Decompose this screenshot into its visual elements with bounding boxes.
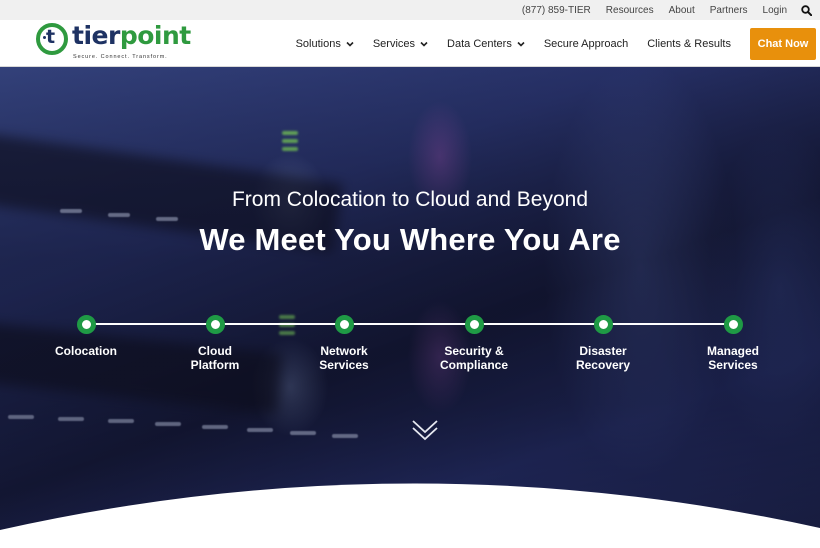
timeline-label-line1: Security & [444, 344, 504, 358]
hero-bottom-curve [0, 483, 820, 548]
logo-mark-icon: t [36, 23, 68, 55]
chevron-down-icon [517, 41, 525, 47]
tierpoint-logo[interactable]: t tierpoint Secure. Connect. Transform. [36, 21, 191, 63]
nav-label: Data Centers [447, 37, 512, 50]
primary-nav: Solutions Services Data Centers Secure A… [277, 27, 816, 60]
timeline-step-disaster-recovery[interactable]: Disaster Recovery [533, 315, 673, 372]
timeline-label-line1: Network [320, 344, 368, 358]
timeline-label: Colocation [16, 344, 156, 358]
timeline-label-line2: Compliance [439, 358, 508, 372]
timeline-label-line2: Platform [190, 358, 240, 372]
chevron-down-icon [346, 41, 354, 47]
nav-label: Solutions [295, 37, 341, 50]
timeline-label-line1: Disaster [579, 344, 627, 358]
timeline-label-line2: Recovery [575, 358, 631, 372]
timeline-label: Network Services [274, 344, 414, 372]
timeline-label-line2: Services [319, 358, 369, 372]
timeline-node [593, 315, 613, 334]
timeline-label: Disaster Recovery [533, 344, 673, 372]
timeline-label-line1: Colocation [55, 344, 117, 358]
utility-link-partners[interactable]: Partners [710, 5, 748, 16]
utility-bar: (877) 859-TIER Resources About Partners … [0, 0, 820, 20]
logo-word-point: point [119, 21, 191, 50]
hero-title: We Meet You Where You Are [199, 222, 621, 257]
timeline-label: Cloud Platform [145, 344, 285, 372]
timeline-step-security-compliance[interactable]: Security & Compliance [404, 315, 544, 372]
search-icon[interactable] [800, 4, 812, 16]
timeline-step-network-services[interactable]: Network Services [274, 315, 414, 372]
timeline-label-line2: Services [708, 358, 758, 372]
nav-item-clients-results[interactable]: Clients & Results [647, 38, 731, 50]
chat-now-button[interactable]: Chat Now [750, 27, 816, 60]
phone-link[interactable]: (877) 859-TIER [522, 5, 591, 16]
utility-link-login[interactable]: Login [763, 5, 787, 16]
hero-subtitle: From Colocation to Cloud and Beyond [231, 188, 589, 211]
timeline-step-cloud-platform[interactable]: Cloud Platform [145, 315, 285, 372]
main-header: t tierpoint Secure. Connect. Transform. … [0, 20, 820, 67]
chevron-down-icon [420, 41, 428, 47]
nav-item-data-centers[interactable]: Data Centers [447, 38, 525, 50]
nav-item-secure-approach[interactable]: Secure Approach [544, 38, 628, 50]
utility-links: (877) 859-TIER Resources About Partners … [507, 0, 812, 20]
hero-overlay [0, 67, 820, 548]
double-chevron-down-icon[interactable] [410, 417, 440, 443]
timeline-label-line1: Managed [706, 344, 759, 358]
timeline-label-line1: Cloud [198, 344, 232, 358]
logo-mark-letter: t [46, 26, 56, 48]
nav-item-services[interactable]: Services [373, 38, 428, 50]
hero-section: From Colocation to Cloud and Beyond We M… [0, 67, 820, 548]
utility-link-about[interactable]: About [669, 5, 695, 16]
logo-tagline: Secure. Connect. Transform. [73, 54, 168, 60]
timeline-label: Security & Compliance [404, 344, 544, 372]
logo-wordmark: tierpoint [72, 21, 191, 50]
timeline-step-colocation[interactable]: Colocation [16, 315, 156, 358]
nav-label: Services [372, 37, 416, 50]
timeline-step-managed-services[interactable]: Managed Services [663, 315, 803, 372]
nav-item-solutions[interactable]: Solutions [296, 38, 354, 50]
nav-label: Secure Approach [543, 37, 629, 50]
nav-label: Clients & Results [647, 37, 731, 50]
timeline-node [205, 315, 225, 334]
timeline-node [464, 315, 484, 334]
timeline-node [723, 315, 743, 334]
timeline-label: Managed Services [663, 344, 803, 372]
timeline-node [76, 315, 96, 334]
utility-link-resources[interactable]: Resources [606, 5, 654, 16]
timeline-node [334, 315, 354, 334]
logo-word-tier: tier [72, 21, 120, 50]
